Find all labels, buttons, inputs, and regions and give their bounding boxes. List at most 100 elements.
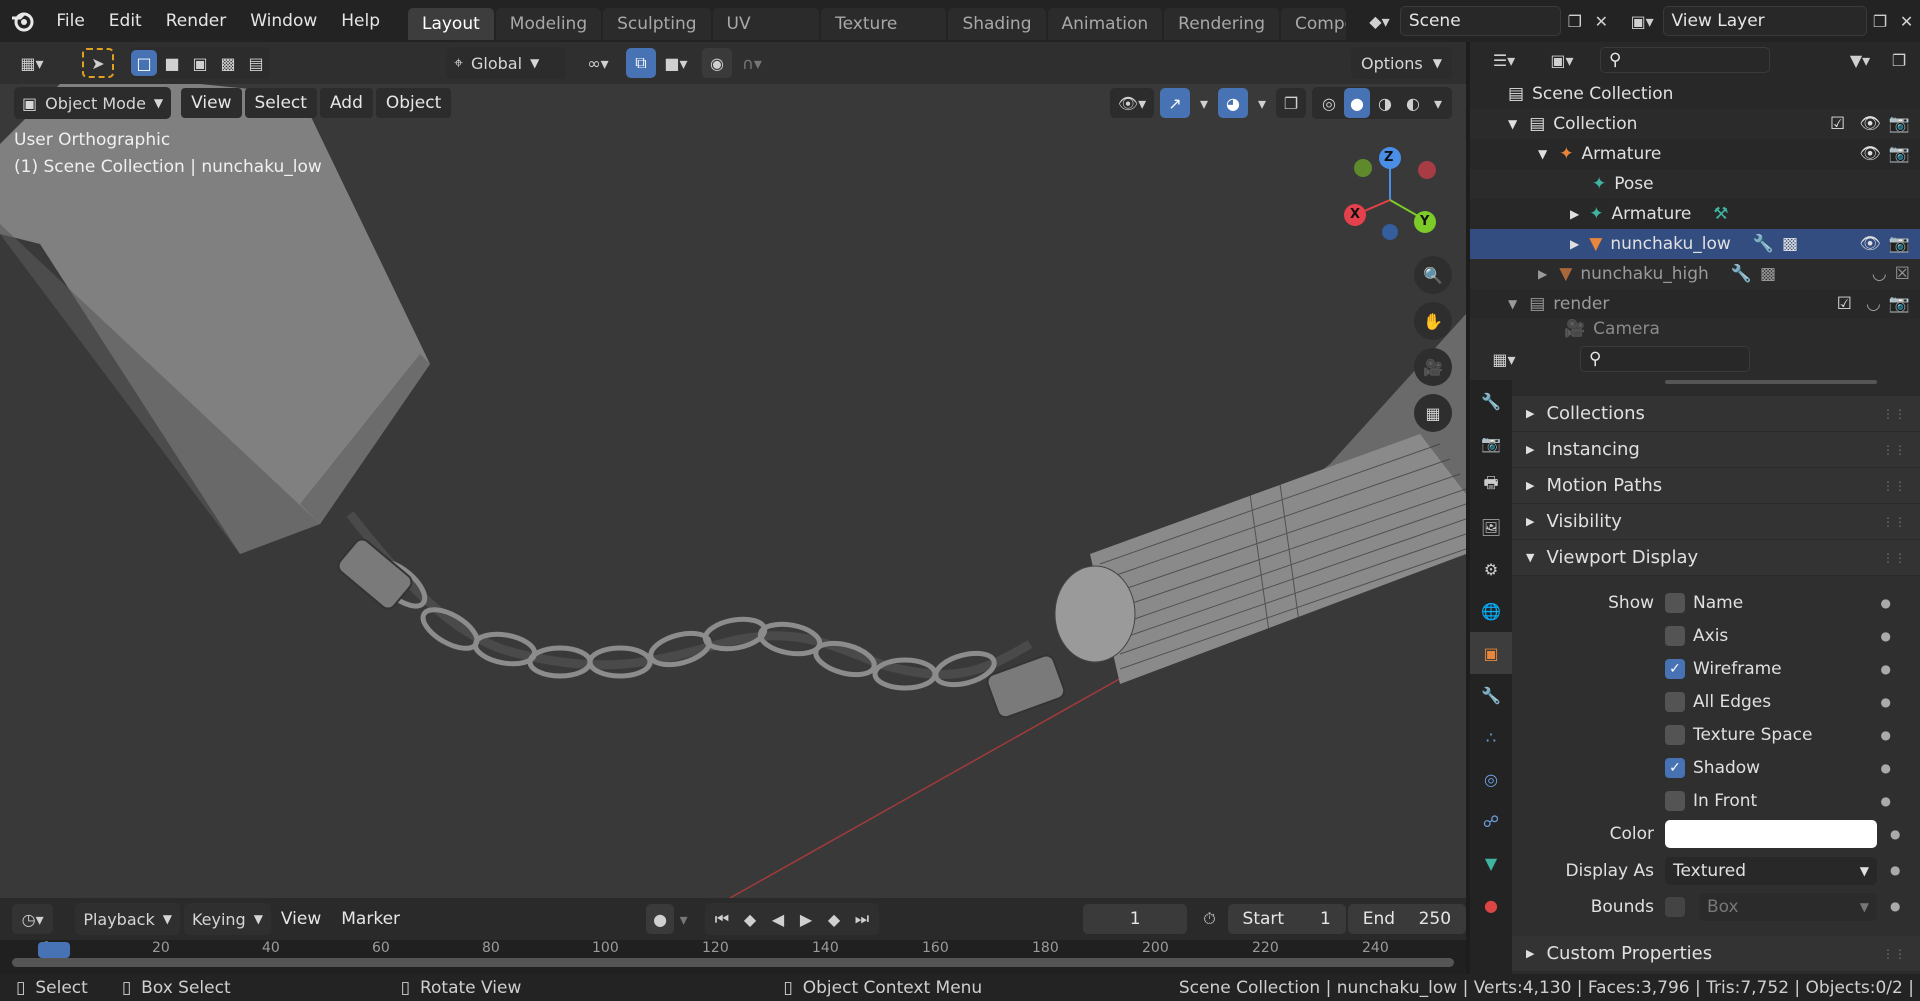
zoom-icon[interactable]: 🔍: [1414, 256, 1452, 294]
keyframe-dot-icon[interactable]: ●: [1890, 827, 1900, 841]
menu-file[interactable]: File: [44, 0, 96, 42]
visibility-icon[interactable]: 👁▾: [1110, 88, 1154, 118]
bounds-checkbox[interactable]: [1665, 897, 1685, 917]
viewport-menu-select[interactable]: Select: [244, 88, 317, 118]
show-all-edges-option[interactable]: All Edges ●: [1665, 687, 1915, 717]
play-icon[interactable]: ▶: [793, 904, 819, 934]
tab-modifiers-icon[interactable]: 🔧: [1470, 674, 1512, 716]
camera-icon[interactable]: 📷: [1889, 144, 1910, 164]
drag-handle-icon[interactable]: ⋮⋮: [1882, 947, 1906, 961]
panel-instancing[interactable]: ▶ Instancing ⋮⋮: [1512, 432, 1920, 468]
outliner-row-collection[interactable]: ▼ ▤ Collection ☑ 👁 📷: [1470, 109, 1920, 139]
expand-arrow-icon[interactable]: ▼: [1508, 117, 1517, 131]
outliner-row-armature[interactable]: ▼ ✦ Armature 👁 📷: [1470, 139, 1920, 169]
gizmo-toggle-icon[interactable]: ↗: [1160, 88, 1190, 118]
show-name-option[interactable]: Name ●: [1665, 588, 1915, 618]
scene-name-field[interactable]: Scene: [1399, 6, 1562, 36]
mode-dropdown[interactable]: ▣ Object Mode ▼: [14, 87, 172, 119]
end-frame-field[interactable]: End 250: [1347, 904, 1467, 934]
color-swatch[interactable]: [1665, 820, 1877, 848]
view-layer-field[interactable]: View Layer: [1662, 6, 1867, 36]
eye-icon[interactable]: 👁: [1859, 144, 1881, 164]
select-new-icon[interactable]: □: [131, 50, 157, 76]
hidden-eye-icon[interactable]: ◡: [1866, 294, 1881, 314]
drag-handle-icon[interactable]: ⋮⋮: [1882, 443, 1906, 457]
jump-start-icon[interactable]: ⏮: [709, 904, 735, 934]
prev-keyframe-icon[interactable]: ◆: [737, 904, 763, 934]
pivot-point-icon[interactable]: ∞▾: [576, 48, 620, 78]
menu-render[interactable]: Render: [154, 0, 239, 42]
snap-toggle-icon[interactable]: ⧉: [626, 48, 656, 78]
timeline-scrollbar[interactable]: [12, 958, 1454, 967]
display-as-dropdown[interactable]: Textured ▼: [1665, 857, 1877, 885]
outliner-row-nunchaku-low[interactable]: ▶ ▼ nunchaku_low 🔧 ▩ 👁 📷: [1470, 229, 1920, 259]
tab-animation[interactable]: Animation: [1047, 8, 1163, 40]
name-checkbox[interactable]: [1665, 593, 1685, 613]
tab-sculpting[interactable]: Sculpting: [603, 8, 711, 40]
stopwatch-icon[interactable]: ⏱: [1195, 904, 1223, 934]
bounds-option[interactable]: Box ▼: [1665, 893, 1877, 921]
snap-target-icon[interactable]: ■▾: [656, 48, 696, 78]
keyframe-dot-icon[interactable]: ●: [1890, 863, 1900, 877]
texture-space-checkbox[interactable]: [1665, 725, 1685, 745]
show-axis-option[interactable]: Axis ●: [1665, 621, 1915, 651]
timeline-menu-view[interactable]: View: [271, 904, 331, 934]
tab-world-icon[interactable]: 🌐: [1470, 590, 1512, 632]
expand-arrow-icon[interactable]: ▼: [1538, 147, 1547, 161]
properties-editor-icon[interactable]: ▦▾: [1480, 344, 1528, 374]
tab-particles-icon[interactable]: ∴: [1470, 716, 1512, 758]
keyframe-dot-icon[interactable]: ●: [1881, 695, 1891, 709]
auto-keying-icon[interactable]: ●: [646, 904, 675, 934]
camera-disabled-icon[interactable]: ☒: [1895, 264, 1910, 284]
show-wireframe-option[interactable]: ✓ Wireframe ●: [1665, 654, 1915, 684]
camera-icon[interactable]: 📷: [1889, 234, 1910, 254]
material-shading-icon[interactable]: ◑: [1372, 88, 1398, 118]
outliner-row-pose[interactable]: ✦ Pose: [1470, 169, 1920, 199]
current-frame-field[interactable]: 1: [1082, 904, 1188, 934]
tab-output-icon[interactable]: 🖶: [1470, 464, 1512, 506]
options-dropdown[interactable]: Options ▼: [1351, 47, 1452, 79]
menu-help[interactable]: Help: [329, 0, 392, 42]
timeline-editor-icon[interactable]: ◷▾: [12, 904, 54, 934]
tab-material-icon[interactable]: ●: [1470, 884, 1512, 926]
outliner-row-armature-data[interactable]: ▶ ✦ Armature ⚒: [1470, 199, 1920, 229]
new-collection-icon[interactable]: ❐: [1884, 45, 1914, 75]
tab-physics-icon[interactable]: ◎: [1470, 758, 1512, 800]
shadow-checkbox[interactable]: ✓: [1665, 758, 1685, 778]
proportional-edit-icon[interactable]: ◉: [702, 48, 732, 78]
panel-motion-paths[interactable]: ▶ Motion Paths ⋮⋮: [1512, 468, 1920, 504]
eye-icon[interactable]: 👁: [1859, 114, 1881, 134]
display-mode-icon[interactable]: ▣▾: [1538, 45, 1586, 75]
select-extend-icon[interactable]: ■: [159, 50, 185, 76]
viewport-menu-add[interactable]: Add: [319, 88, 373, 118]
new-view-layer-icon[interactable]: ❐: [1867, 6, 1894, 36]
expand-arrow-icon[interactable]: ▶: [1570, 237, 1579, 251]
select-subtract-icon[interactable]: ▣: [187, 50, 213, 76]
outliner-row-camera[interactable]: 🎥 Camera: [1470, 319, 1920, 338]
delete-view-layer-icon[interactable]: ✕: [1893, 6, 1920, 36]
transform-orientation[interactable]: ⌖ Global ▼: [446, 47, 566, 79]
viewport-menu-view[interactable]: View: [181, 88, 242, 118]
select-intersect-icon[interactable]: ▤: [243, 50, 269, 76]
keying-options-icon[interactable]: ▾: [674, 904, 693, 934]
tab-data-icon[interactable]: ▼: [1470, 842, 1512, 884]
drag-handle-icon[interactable]: ⋮⋮: [1882, 515, 1906, 529]
tab-uv-editing[interactable]: UV Editing: [712, 8, 820, 66]
falloff-icon[interactable]: ∩▾: [732, 48, 772, 78]
in-front-checkbox[interactable]: [1665, 791, 1685, 811]
filter-icon[interactable]: ▼▾: [1836, 45, 1884, 75]
show-in-front-option[interactable]: In Front ●: [1665, 786, 1915, 816]
blender-logo-icon[interactable]: [0, 10, 44, 32]
drag-handle-icon[interactable]: ⋮⋮: [1882, 407, 1906, 421]
tab-shading[interactable]: Shading: [948, 8, 1046, 40]
properties-search-input[interactable]: ⚲: [1580, 346, 1750, 372]
eye-icon[interactable]: 👁: [1859, 234, 1881, 254]
jump-end-icon[interactable]: ⏭: [849, 904, 875, 934]
delete-scene-icon[interactable]: ✕: [1588, 6, 1615, 36]
3d-viewport[interactable]: User Orthographic (1) Scene Collection |…: [0, 84, 1466, 898]
tab-layout[interactable]: Layout: [407, 8, 494, 40]
expand-arrow-icon[interactable]: ▶: [1538, 267, 1547, 281]
overlay-dropdown-icon[interactable]: ▾: [1254, 88, 1270, 118]
outliner-search-input[interactable]: ⚲: [1600, 47, 1770, 73]
expand-arrow-icon[interactable]: ▼: [1508, 297, 1517, 311]
